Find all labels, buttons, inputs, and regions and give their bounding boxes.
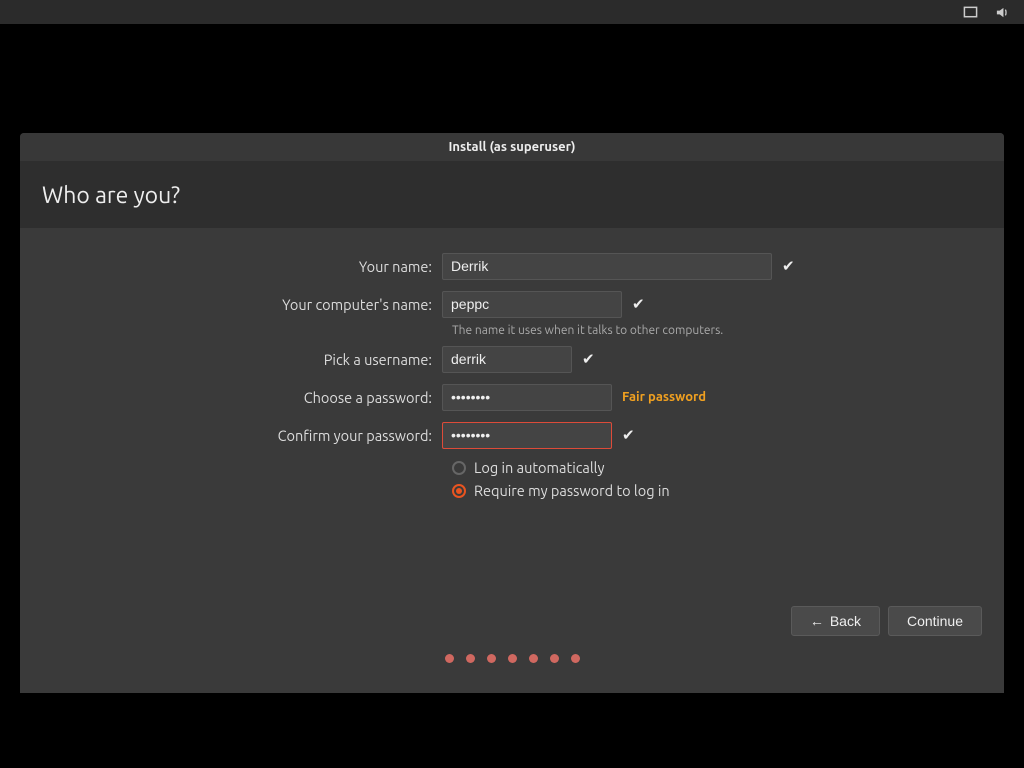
continue-button-label: Continue [907,613,963,629]
password-input[interactable] [442,384,612,411]
window-titlebar: Install (as superuser) [20,133,1004,161]
radio-icon [452,484,466,498]
progress-dot [466,654,475,663]
topbar [0,0,1024,24]
radio-icon [452,461,466,475]
progress-dot [529,654,538,663]
check-icon: ✔ [632,295,645,313]
username-input[interactable] [442,346,572,373]
progress-dot [571,654,580,663]
computer-name-hint: The name it uses when it talks to other … [452,324,982,337]
check-icon: ✔ [582,350,595,368]
continue-button[interactable]: Continue [888,606,982,636]
login-auto-label: Log in automatically [474,459,604,476]
password-strength: Fair password [622,390,706,404]
your-name-label: Your name: [42,258,442,275]
confirm-password-label: Confirm your password: [42,427,442,444]
check-icon: ✔ [782,257,795,275]
screen-icon[interactable] [962,4,978,20]
username-label: Pick a username: [42,351,442,368]
login-auto-option[interactable]: Log in automatically [452,459,982,476]
progress-dot [445,654,454,663]
login-require-password-label: Require my password to log in [474,482,670,499]
back-button[interactable]: ← Back [791,606,880,636]
back-button-label: Back [830,613,861,629]
progress-dot [508,654,517,663]
arrow-left-icon: ← [810,613,824,629]
password-label: Choose a password: [42,389,442,406]
computer-name-label: Your computer's name: [42,296,442,313]
button-row: ← Back Continue [20,606,1004,654]
progress-dot [550,654,559,663]
volume-icon[interactable] [994,4,1010,20]
window-title: Install (as superuser) [448,140,575,154]
heading-area: Who are you? [20,161,1004,228]
progress-dots [20,654,1004,693]
installer-window: Install (as superuser) Who are you? Your… [20,133,1004,693]
check-icon: ✔ [622,426,635,444]
login-require-password-option[interactable]: Require my password to log in [452,482,982,499]
page-heading: Who are you? [42,183,982,208]
your-name-input[interactable] [442,253,772,280]
computer-name-input[interactable] [442,291,622,318]
form-area: Your name: ✔ Your computer's name: ✔ The… [20,228,1004,606]
confirm-password-input[interactable] [442,422,612,449]
progress-dot [487,654,496,663]
